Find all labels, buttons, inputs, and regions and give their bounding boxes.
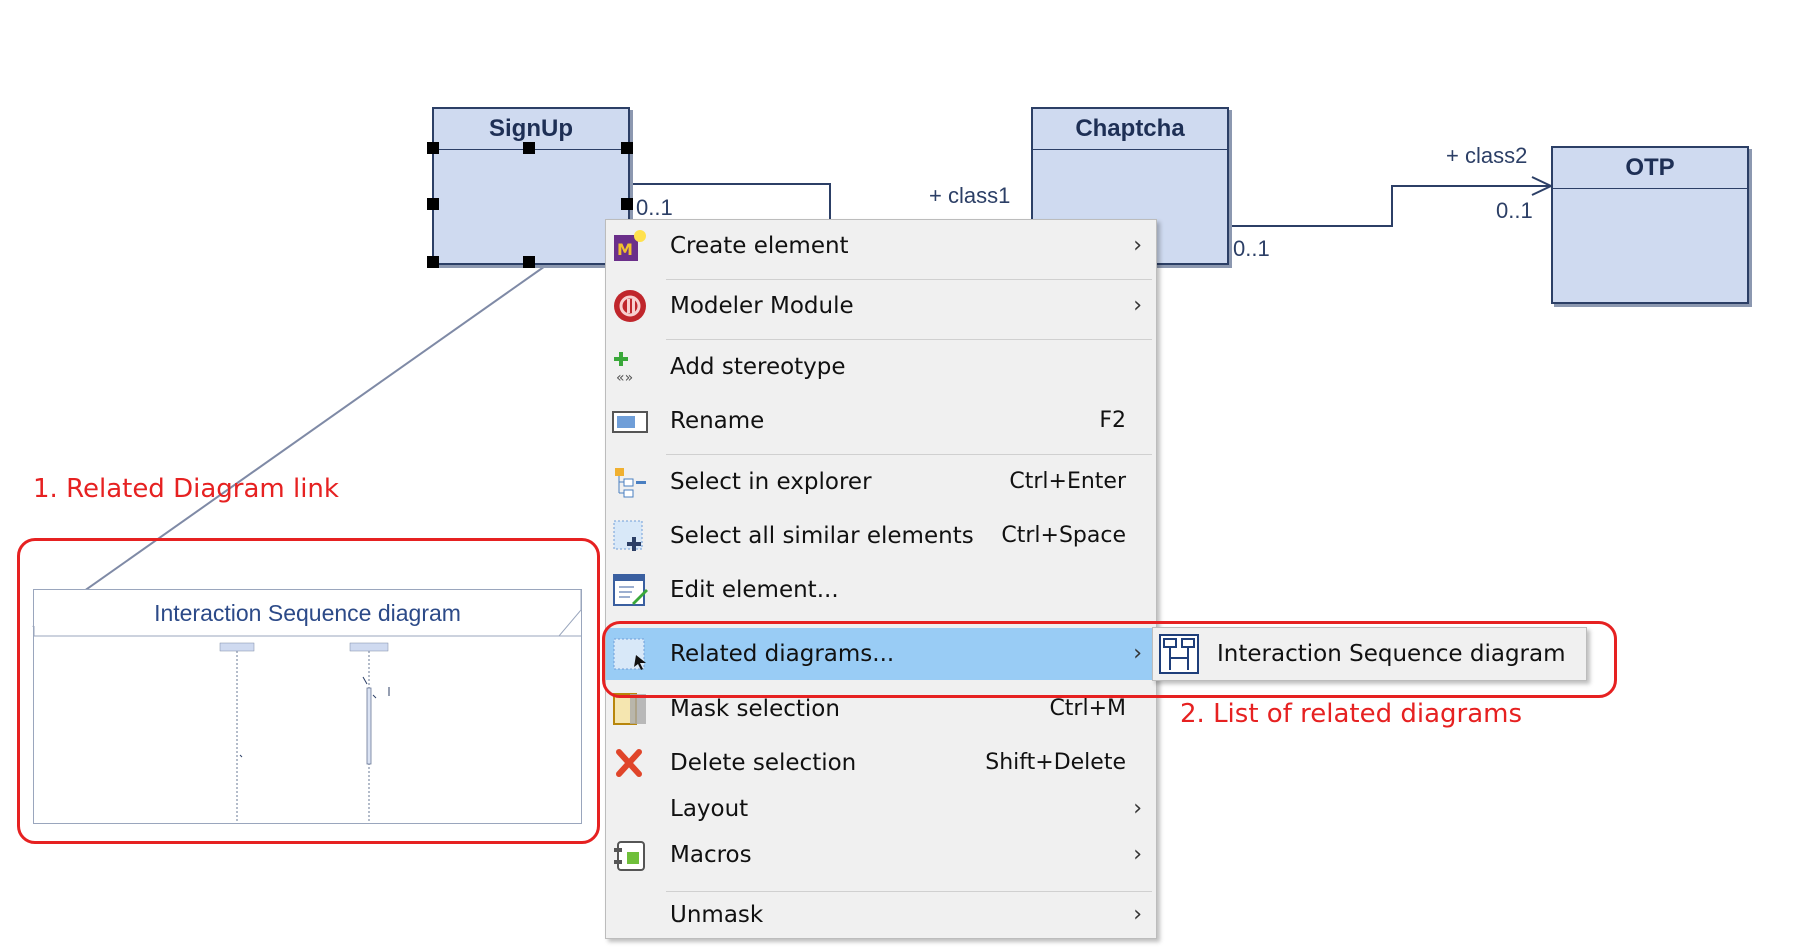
submenu-arrow-icon: › [1133, 902, 1142, 927]
menu-item-label: Unmask [670, 902, 764, 928]
menu-separator [666, 339, 1152, 340]
annotation-highlight-box [602, 621, 1617, 698]
diagram-canvas[interactable]: SignUp Chaptcha OTP 0..1 + class1 0..1 +… [0, 0, 1811, 951]
selection-handle[interactable] [523, 256, 535, 268]
selection-handle[interactable] [621, 198, 633, 210]
edit-element-icon [612, 573, 648, 607]
role-label: + class1 [929, 183, 1011, 208]
submenu-arrow-icon: › [1133, 233, 1142, 258]
multiplicity-label: 0..1 [1233, 236, 1270, 261]
menu-item-select-similar[interactable]: Select all similar elements Ctrl+Space [606, 513, 1156, 559]
menu-item-label: Layout [670, 796, 749, 822]
menu-item-create-element[interactable]: M Create element › [606, 223, 1156, 269]
menu-separator [666, 279, 1152, 280]
select-similar-icon [612, 519, 648, 553]
menu-item-modeler-module[interactable]: Modeler Module › [606, 283, 1156, 329]
submenu-arrow-icon: › [1133, 796, 1142, 821]
delete-icon [612, 746, 648, 780]
menu-separator [666, 454, 1152, 455]
menu-item-label: Macros [670, 842, 752, 868]
class-signup[interactable]: SignUp [432, 107, 630, 265]
svg-text:M: M [617, 240, 633, 259]
svg-text:«»: «» [616, 370, 633, 384]
menu-item-label: Modeler Module [670, 293, 854, 319]
annotation-related-list: 2. List of related diagrams [1180, 699, 1522, 729]
menu-item-label: Edit element... [670, 577, 839, 603]
menu-item-rename[interactable]: Rename F2 [606, 398, 1156, 444]
menu-item-label: Select all similar elements [670, 523, 974, 549]
selection-handle[interactable] [427, 198, 439, 210]
menu-item-label: Add stereotype [670, 354, 846, 380]
menu-item-shortcut: Shift+Delete [985, 750, 1126, 775]
class-name: OTP [1553, 148, 1747, 189]
menu-item-unmask[interactable]: Unmask › [606, 892, 1156, 938]
submenu-arrow-icon: › [1133, 293, 1142, 318]
annotation-related-link: 1. Related Diagram link [33, 474, 339, 504]
menu-item-label: Rename [670, 408, 765, 434]
class-name: Chaptcha [1033, 109, 1227, 150]
multiplicity-label: 0..1 [1496, 198, 1533, 223]
selection-handle[interactable] [427, 256, 439, 268]
menu-item-label: Delete selection [670, 750, 857, 776]
menu-item-select-in-explorer[interactable]: Select in explorer Ctrl+Enter [606, 459, 1156, 505]
rename-icon [612, 404, 648, 438]
modeler-module-icon [612, 289, 648, 323]
menu-item-macros[interactable]: Macros › [606, 832, 1156, 878]
context-menu[interactable]: M Create element › Modeler Module › «» A… [605, 219, 1157, 939]
macros-icon [612, 838, 648, 872]
menu-item-shortcut: F2 [1099, 408, 1126, 433]
menu-item-shortcut: Ctrl+Space [1001, 523, 1126, 548]
selection-handle[interactable] [427, 142, 439, 154]
related-diagram-thumbnail[interactable]: Interaction Sequence diagram [33, 589, 582, 824]
menu-item-shortcut: Ctrl+Enter [1009, 469, 1126, 494]
menu-item-label: Create element [670, 233, 849, 259]
submenu-arrow-icon: › [1133, 842, 1142, 867]
multiplicity-label: 0..1 [636, 195, 673, 220]
menu-item-delete-selection[interactable]: Delete selection Shift+Delete [606, 740, 1156, 786]
class-otp[interactable]: OTP [1551, 146, 1749, 304]
sequence-preview [34, 590, 581, 823]
menu-item-edit-element[interactable]: Edit element... [606, 567, 1156, 613]
selection-handle[interactable] [621, 142, 633, 154]
role-label: + class2 [1446, 143, 1528, 168]
create-element-icon: M [612, 229, 648, 263]
select-in-explorer-icon [612, 465, 648, 499]
selection-handle[interactable] [523, 142, 535, 154]
add-stereotype-icon: «» [612, 350, 648, 384]
menu-item-add-stereotype[interactable]: «» Add stereotype [606, 344, 1156, 390]
menu-item-label: Select in explorer [670, 469, 872, 495]
menu-item-layout[interactable]: Layout › [606, 786, 1156, 832]
